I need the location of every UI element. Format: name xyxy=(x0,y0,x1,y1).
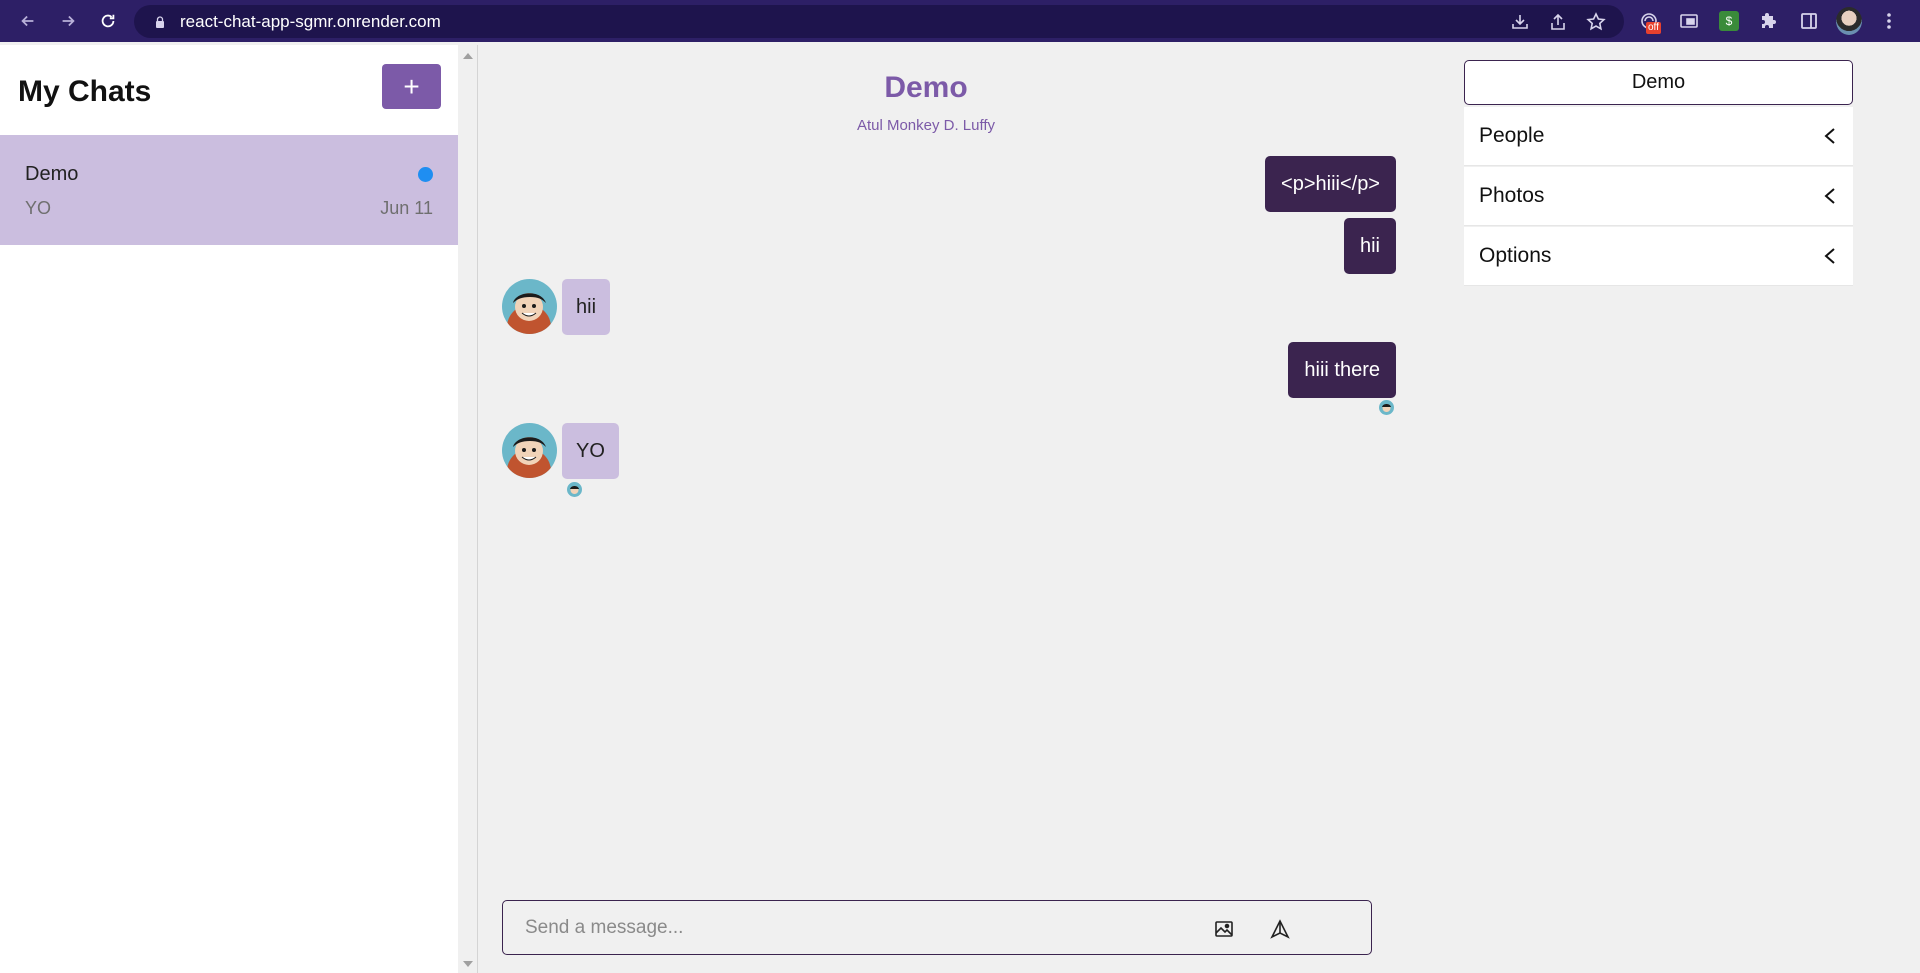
chat-list-title: My Chats xyxy=(18,75,152,108)
chevron-left-icon xyxy=(1824,128,1835,144)
browser-toolbar: react-chat-app-sgmr.onrender.com off $ xyxy=(0,0,1920,42)
avatar xyxy=(502,279,557,334)
chat-card-date: Jun 11 xyxy=(380,198,433,218)
settings-section-label: Photos xyxy=(1479,184,1545,207)
unread-indicator xyxy=(418,167,433,182)
chat-list-panel: My Chats + Demo YO Jun 11 xyxy=(0,45,458,973)
avatar xyxy=(502,423,557,478)
attach-image-icon[interactable] xyxy=(1213,918,1235,940)
send-icon[interactable] xyxy=(1269,918,1291,940)
chat-card-preview: YO xyxy=(25,198,52,218)
picture-in-picture-icon[interactable] xyxy=(1676,8,1702,34)
url-text[interactable]: react-chat-app-sgmr.onrender.com xyxy=(180,12,441,32)
chat-participants: Atul Monkey D. Luffy xyxy=(856,117,996,134)
message-bubble-outgoing: hii xyxy=(1343,218,1396,274)
message-bubble-incoming: YO xyxy=(562,423,619,479)
chevron-left-icon xyxy=(1824,248,1835,264)
extension-off-icon[interactable]: off xyxy=(1636,8,1662,34)
message-input[interactable] xyxy=(525,913,1165,943)
extensions-puzzle-icon[interactable] xyxy=(1756,8,1782,34)
read-receipt-avatar xyxy=(1379,400,1394,415)
new-chat-button[interactable]: + xyxy=(382,64,441,109)
profile-avatar[interactable] xyxy=(1836,7,1862,35)
dollar-extension-icon[interactable]: $ xyxy=(1716,8,1742,34)
message-bubble-outgoing: hiii there xyxy=(1288,342,1396,398)
message-bubble-incoming: hii xyxy=(562,279,611,335)
reload-icon[interactable] xyxy=(94,7,122,35)
side-panel-icon[interactable] xyxy=(1796,8,1822,34)
install-app-icon[interactable] xyxy=(1510,12,1530,32)
chevron-left-icon xyxy=(1824,188,1835,204)
lock-icon xyxy=(156,15,164,28)
message-composer xyxy=(502,900,1372,955)
settings-section-options[interactable]: Options xyxy=(1464,227,1853,286)
extension-badge: off xyxy=(1646,22,1661,34)
chat-card-title: Demo xyxy=(25,163,79,185)
settings-section-label: People xyxy=(1479,124,1545,147)
chat-feed: Demo Atul Monkey D. Luffy <p>hiii</p> hi… xyxy=(478,45,1912,973)
browser-menu-icon[interactable] xyxy=(1876,8,1902,34)
address-bar[interactable]: react-chat-app-sgmr.onrender.com xyxy=(134,5,1624,38)
settings-section-label: Options xyxy=(1479,244,1552,267)
read-receipt-avatar xyxy=(567,482,582,497)
bookmark-star-icon[interactable] xyxy=(1586,11,1606,32)
forward-icon[interactable] xyxy=(54,7,82,35)
share-icon[interactable] xyxy=(1548,12,1568,32)
chat-title: Demo xyxy=(884,71,968,104)
chat-settings-title[interactable]: Demo xyxy=(1464,60,1853,105)
back-icon[interactable] xyxy=(14,7,42,35)
chat-card[interactable]: Demo YO Jun 11 xyxy=(0,135,458,245)
settings-section-people[interactable]: People xyxy=(1464,107,1853,166)
chat-list-scrollbar[interactable] xyxy=(458,45,478,973)
chat-app: My Chats + Demo YO Jun 11 Demo Atul Monk… xyxy=(0,45,1920,973)
settings-section-photos[interactable]: Photos xyxy=(1464,167,1853,226)
chat-settings-panel: Demo People Photos Options xyxy=(1440,45,1920,973)
message-bubble-outgoing: <p>hiii</p> xyxy=(1265,156,1396,212)
